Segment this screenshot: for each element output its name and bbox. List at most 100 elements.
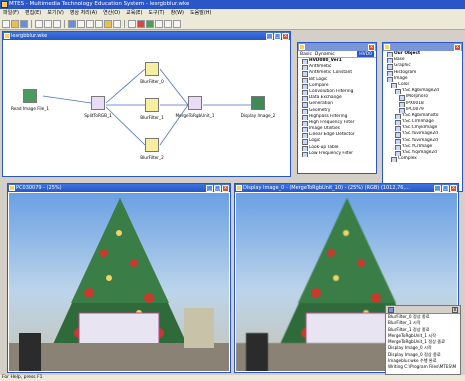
open-icon[interactable] bbox=[11, 20, 19, 28]
image-icon bbox=[9, 185, 15, 191]
filter-icon bbox=[145, 62, 159, 76]
minimize-icon[interactable]: _ bbox=[434, 184, 441, 192]
tab-dynamic[interactable]: Dynamic bbox=[315, 51, 335, 57]
filter-icon bbox=[145, 138, 159, 152]
node-merge-to-rgb[interactable]: MergeToRgbUnit_1 bbox=[176, 96, 215, 118]
node-label: SplitToRGB_1 bbox=[84, 113, 112, 118]
toolbar bbox=[0, 18, 465, 30]
christmas-tree-image bbox=[9, 198, 229, 371]
minimize-icon[interactable]: _ bbox=[206, 184, 213, 192]
app-icon bbox=[1, 1, 8, 8]
close-icon[interactable]: x bbox=[452, 307, 458, 313]
node-label: BlurFilter_2 bbox=[140, 155, 164, 160]
menu-edit[interactable]: 편집(E) bbox=[25, 9, 41, 18]
menu-operation[interactable]: 연산(O) bbox=[103, 9, 120, 18]
options-icon[interactable] bbox=[173, 20, 181, 28]
app-title: MTES - Multimedia Technology Education S… bbox=[9, 1, 190, 7]
node-blur-filter-1[interactable]: BlurFilter_1 bbox=[140, 98, 164, 120]
menu-education[interactable]: 교육(E) bbox=[126, 9, 142, 18]
copy-icon[interactable] bbox=[44, 20, 52, 28]
library-tree: HVD080_Ver1 Arithmetic Arithmetic Consta… bbox=[298, 58, 376, 157]
run-icon[interactable] bbox=[68, 20, 76, 28]
node-blur-filter-0[interactable]: BlurFilter_0 bbox=[140, 62, 164, 84]
image-window-right-title: Display Image_0 - (MergeToRgbUnit_10) - … bbox=[243, 185, 410, 191]
menu-bar: 파일(F) 편집(E) 보기(V) 영상 처리(A) 연산(O) 교육(E) 도… bbox=[0, 9, 465, 18]
node-label: BlurFilter_0 bbox=[140, 79, 164, 84]
node-display-image[interactable]: Display Image_2 bbox=[241, 96, 275, 118]
menu-image-processing[interactable]: 영상 처리(A) bbox=[70, 9, 97, 18]
play-icon[interactable] bbox=[146, 20, 154, 28]
properties-icon[interactable] bbox=[113, 20, 121, 28]
filter-icon bbox=[91, 96, 105, 110]
log-window-title-bar[interactable]: x bbox=[386, 306, 460, 314]
filter-icon bbox=[145, 98, 159, 112]
pointer-icon[interactable] bbox=[128, 20, 136, 28]
graph-window: lesrgbblur.wke _ □ x Read Image File_1 Spl… bbox=[2, 31, 291, 177]
paste-icon[interactable] bbox=[53, 20, 61, 28]
grid-icon[interactable] bbox=[95, 20, 103, 28]
object-icon bbox=[384, 44, 390, 50]
image-window-left-title: PC030079 - (25%) bbox=[16, 185, 62, 191]
close-icon[interactable]: x bbox=[450, 184, 457, 192]
library-tabs: Basic Dynamic HVD0 bbox=[298, 51, 376, 58]
cut-icon[interactable] bbox=[35, 20, 43, 28]
image-file-icon bbox=[23, 89, 37, 103]
graph-window-title: lesrgbblur.wke bbox=[11, 33, 48, 39]
library-badge: HVD0 bbox=[357, 51, 374, 57]
menu-help[interactable]: 도움말(H) bbox=[190, 9, 211, 18]
library-icon bbox=[299, 44, 305, 50]
maximize-icon[interactable]: □ bbox=[442, 184, 449, 192]
menu-file[interactable]: 파일(F) bbox=[3, 9, 19, 18]
zoom-icon[interactable] bbox=[86, 20, 94, 28]
node-label: Display Image_2 bbox=[240, 113, 276, 118]
object-tree: Our Object Base Graphic Histogram Image … bbox=[383, 51, 462, 163]
close-icon[interactable]: x bbox=[454, 43, 461, 51]
app-title-bar: MTES - Multimedia Technology Education S… bbox=[0, 0, 465, 9]
record-icon[interactable] bbox=[164, 20, 172, 28]
node-read-image-file[interactable]: Read Image File_1 bbox=[11, 89, 49, 111]
toolbar-separator bbox=[124, 20, 125, 28]
minimize-icon[interactable]: _ bbox=[266, 32, 273, 40]
close-icon[interactable]: x bbox=[282, 32, 289, 40]
status-bar: For Help, press F1 bbox=[0, 375, 465, 381]
filter-icon bbox=[188, 96, 202, 110]
close-icon[interactable]: x bbox=[368, 43, 375, 51]
christmas-tree-photo bbox=[9, 193, 229, 371]
tree-item[interactable]: Complex bbox=[390, 156, 462, 163]
menu-window[interactable]: 창(W) bbox=[171, 9, 184, 18]
toolbar-separator bbox=[64, 20, 65, 28]
maximize-icon[interactable]: □ bbox=[214, 184, 221, 192]
object-window: x Our Object Base Graphic Histogram Imag… bbox=[382, 42, 463, 192]
log-icon bbox=[388, 307, 394, 313]
image-icon bbox=[236, 185, 242, 191]
image-window-left: PC030079 - (25%) _ □ x bbox=[7, 183, 231, 373]
log-line: Writing C:\Program Files\MTES\M bbox=[388, 364, 457, 370]
tab-basic[interactable]: Basic bbox=[300, 51, 312, 57]
image-window-right-title-bar[interactable]: Display Image_0 - (MergeToRgbUnit_10) - … bbox=[235, 184, 458, 192]
library-window: x Basic Dynamic HVD0 HVD080_Ver1 Arithme… bbox=[297, 42, 377, 174]
maximize-icon[interactable]: □ bbox=[274, 32, 281, 40]
step-icon[interactable] bbox=[77, 20, 85, 28]
node-split-to-rgb[interactable]: SplitToRGB_1 bbox=[84, 96, 112, 118]
object-window-title-bar[interactable]: x bbox=[383, 43, 462, 51]
library-window-title-bar[interactable]: x bbox=[298, 43, 376, 51]
save-icon[interactable] bbox=[20, 20, 28, 28]
display-icon bbox=[251, 96, 265, 110]
new-icon[interactable] bbox=[2, 20, 10, 28]
node-label: MergeToRgbUnit_1 bbox=[175, 113, 215, 118]
document-icon bbox=[4, 33, 10, 39]
menu-view[interactable]: 보기(V) bbox=[47, 9, 64, 18]
toolbar-separator bbox=[31, 20, 32, 28]
image-window-left-title-bar[interactable]: PC030079 - (25%) _ □ x bbox=[8, 184, 230, 192]
menu-tools[interactable]: 도구(T) bbox=[148, 9, 164, 18]
stop-icon[interactable] bbox=[137, 20, 145, 28]
status-text: For Help, press F1 bbox=[2, 375, 43, 380]
node-label: BlurFilter_1 bbox=[140, 115, 164, 120]
library-icon[interactable] bbox=[104, 20, 112, 28]
pause-icon[interactable] bbox=[155, 20, 163, 28]
node-blur-filter-2[interactable]: BlurFilter_2 bbox=[140, 138, 164, 160]
node-label: Read Image File_1 bbox=[10, 106, 50, 111]
graph-window-title-bar[interactable]: lesrgbblur.wke _ □ x bbox=[3, 32, 290, 40]
close-icon[interactable]: x bbox=[222, 184, 229, 192]
tree-item[interactable]: Low Frequency Filter bbox=[301, 151, 376, 157]
